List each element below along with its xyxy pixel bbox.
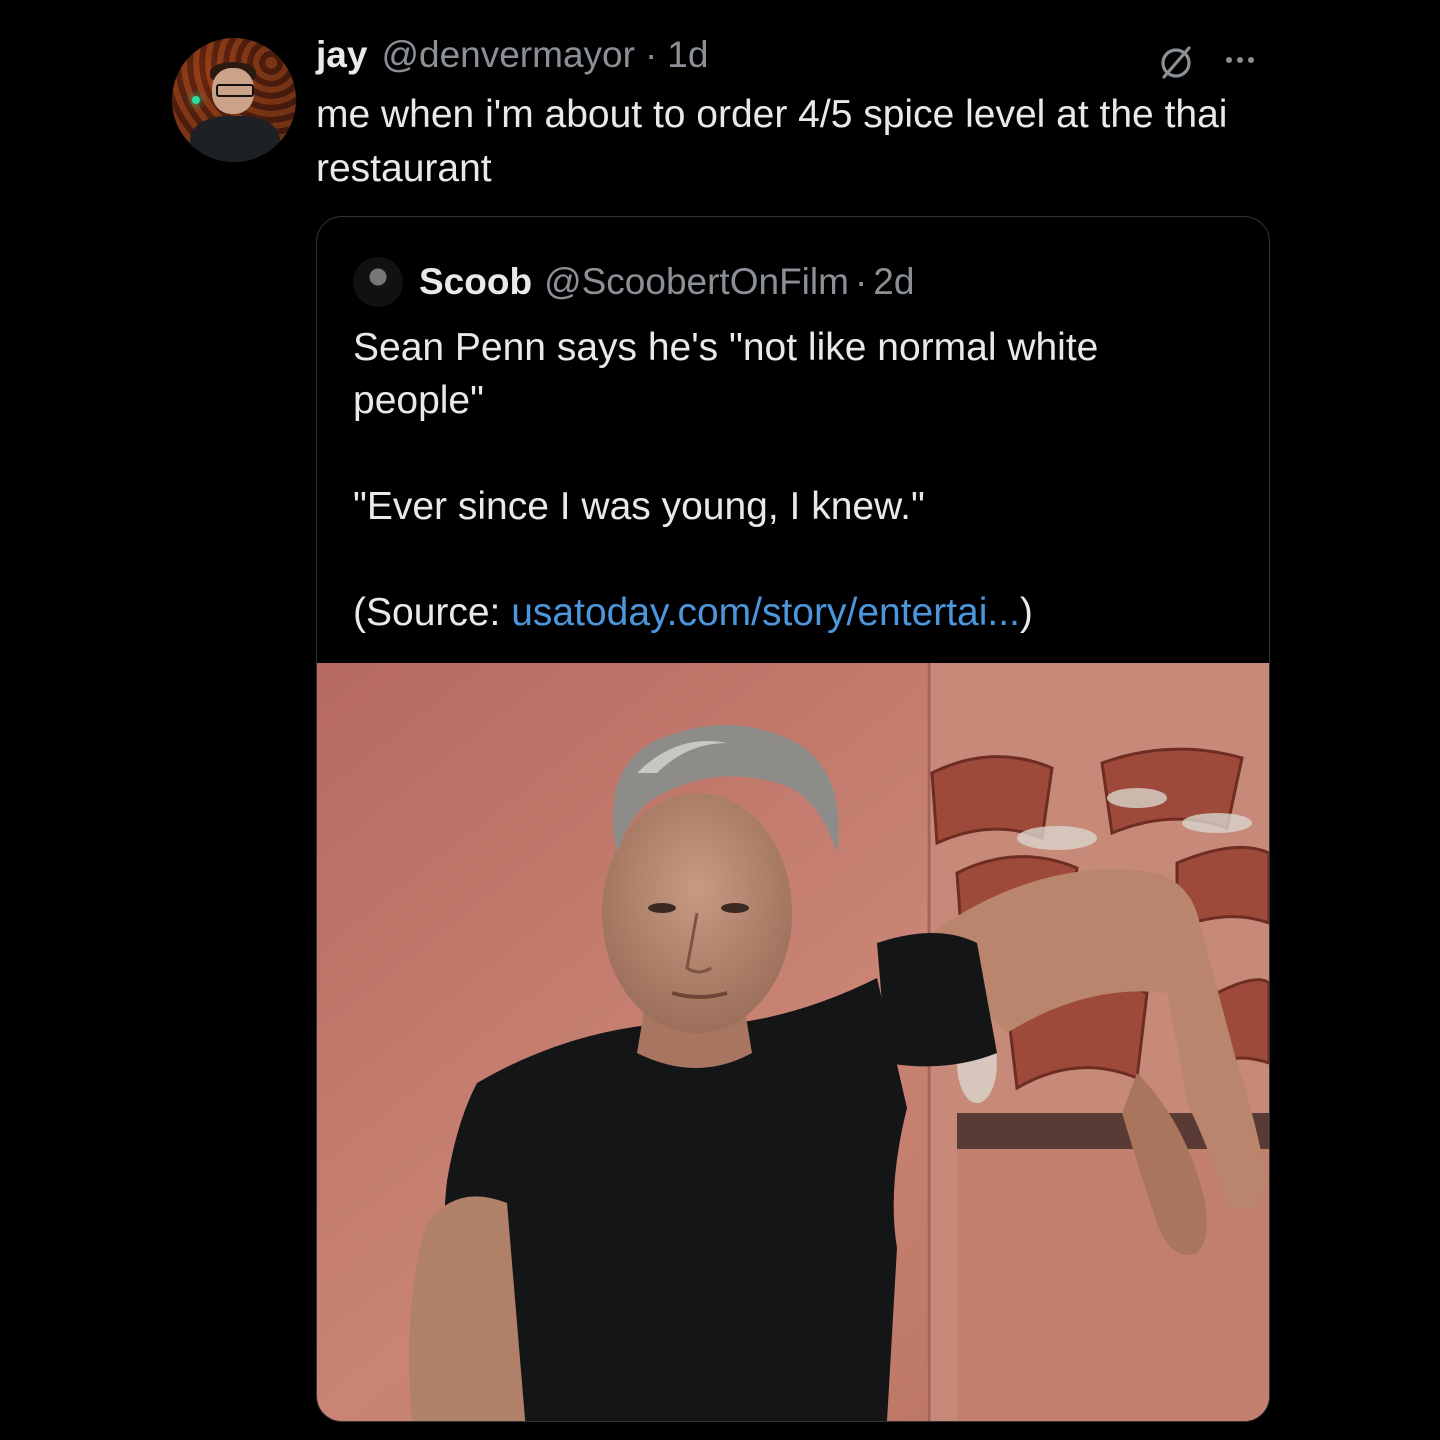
more-icon[interactable] — [1226, 50, 1266, 70]
author-avatar[interactable] — [172, 38, 296, 162]
quoted-author-avatar — [353, 257, 403, 307]
portrait-photo — [317, 663, 1269, 1421]
tweet-text: me when i'm about to order 4/5 spice lev… — [316, 93, 1228, 190]
quoted-tweet-card[interactable]: Scoob @ScoobertOnFilm · 2d Sean Penn say… — [316, 216, 1270, 1422]
grok-icon[interactable] — [1156, 42, 1196, 82]
source-line: (Source: usatoday.com/story/entertai...) — [353, 586, 1233, 639]
quoted-line-2: "Ever since I was young, I knew." — [353, 485, 925, 528]
quoted-tweet-header: Scoob @ScoobertOnFilm · 2d — [353, 257, 914, 307]
quoted-tweet-time: 2d — [873, 261, 915, 302]
quoted-author-handle: @ScoobertOnFilm — [544, 261, 849, 302]
source-prefix: (Source: — [353, 591, 512, 634]
author-name[interactable]: jay — [316, 34, 367, 76]
separator-dot: · — [644, 34, 658, 75]
quoted-tweet-photo[interactable] — [317, 663, 1269, 1421]
author-handle[interactable]: @denvermayor — [381, 34, 635, 76]
quoted-author-name: Scoob — [419, 261, 533, 302]
separator-dot: · — [854, 261, 868, 302]
source-suffix: ) — [1019, 591, 1033, 634]
quoted-tweet-text: Sean Penn says he's "not like normal whi… — [353, 321, 1233, 639]
tweet-header: jay @denvermayor · 1d — [316, 34, 708, 84]
tweet-time[interactable]: 1d — [667, 34, 708, 76]
source-link[interactable]: usatoday.com/story/entertai... — [511, 591, 1020, 634]
quoted-line-1: Sean Penn says he's "not like normal whi… — [353, 326, 1099, 422]
